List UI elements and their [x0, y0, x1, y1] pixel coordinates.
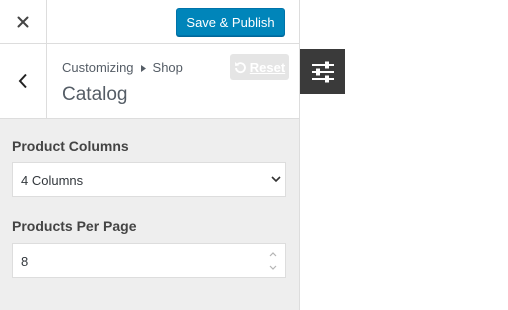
- sliders-icon: [311, 61, 334, 82]
- breadcrumb-item-customizing: Customizing: [62, 60, 134, 75]
- back-button[interactable]: [0, 44, 47, 118]
- spinner-arrows-icon[interactable]: [268, 250, 278, 272]
- close-button[interactable]: [0, 0, 47, 43]
- close-icon: [17, 16, 29, 27]
- products-per-page-value: 8: [21, 254, 29, 269]
- product-columns-value: 4 Columns: [21, 173, 84, 188]
- products-per-page-input[interactable]: 8: [12, 243, 286, 278]
- chevron-down-icon: [271, 176, 281, 183]
- breadcrumb: Customizing Shop: [62, 60, 183, 75]
- reset-button[interactable]: Reset: [230, 54, 289, 80]
- customizer-panel: Save & Publish Customizing Shop Catalog …: [0, 0, 300, 310]
- sliders-toggle-button[interactable]: [300, 49, 345, 94]
- save-publish-button[interactable]: Save & Publish: [176, 8, 285, 36]
- products-per-page-label: Products Per Page: [12, 218, 137, 234]
- product-columns-select[interactable]: 4 Columns: [12, 162, 286, 197]
- chevron-left-icon: [18, 73, 27, 89]
- section-title: Catalog: [62, 84, 128, 105]
- undo-icon: [234, 61, 246, 73]
- customizer-header: Save & Publish: [0, 0, 299, 44]
- triangle-right-icon: [140, 60, 146, 75]
- reset-label: Reset: [249, 59, 286, 75]
- breadcrumb-item-shop: Shop: [152, 60, 183, 75]
- section-header: Customizing Shop Catalog Reset: [0, 44, 299, 119]
- product-columns-label: Product Columns: [12, 138, 129, 154]
